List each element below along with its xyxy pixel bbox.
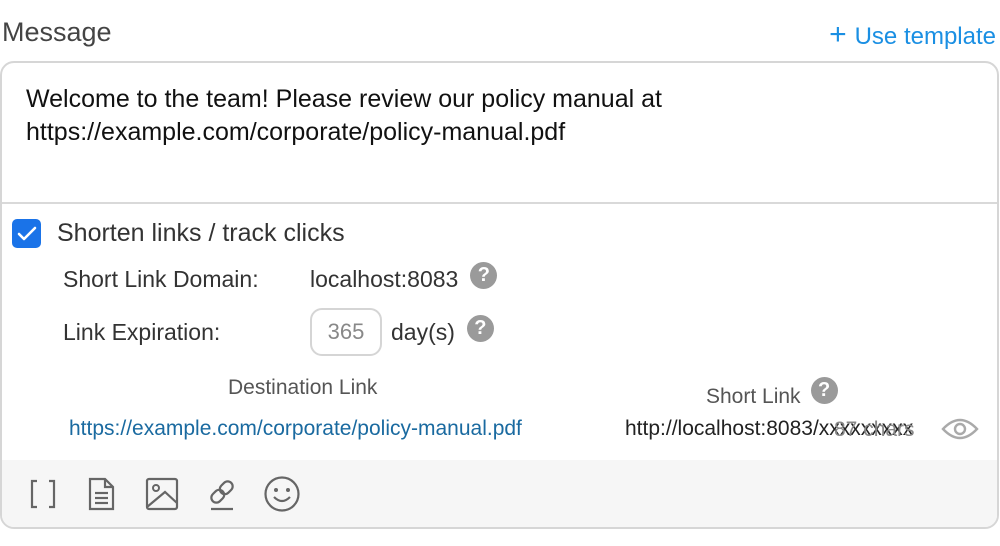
message-header: Message + Use template (0, 0, 1000, 60)
help-icon[interactable]: ? (810, 377, 838, 404)
destination-link-header: Destination Link (228, 376, 378, 399)
help-icon[interactable]: ? (466, 314, 494, 342)
eye-icon[interactable] (941, 415, 979, 448)
link-expiration-row: Link Expiration: 365 day(s) ? (63, 308, 494, 356)
plus-icon: + (829, 18, 847, 51)
short-link-header-label: Short Link (706, 384, 801, 408)
use-template-label: Use template (854, 23, 996, 50)
message-textarea[interactable]: Welcome to the team! Please review our p… (2, 63, 997, 204)
link-expiration-unit: day(s) (391, 318, 455, 345)
use-template-button[interactable]: + Use template (829, 18, 996, 52)
brackets-icon[interactable] (23, 474, 63, 514)
shorten-links-option[interactable]: Shorten links / track clicks (12, 219, 345, 248)
shorten-links-label: Shorten links / track clicks (57, 219, 345, 247)
help-icon[interactable]: ? (470, 262, 498, 289)
shorten-links-checkbox[interactable] (12, 219, 41, 248)
message-toolbar (2, 460, 997, 527)
message-label: Message (2, 17, 112, 47)
link-icon[interactable] (202, 474, 242, 514)
destination-link[interactable]: https://example.com/corporate/policy-man… (69, 417, 522, 441)
image-icon[interactable] (142, 474, 182, 514)
short-link-header: Short Link ? (706, 377, 838, 410)
check-icon (17, 226, 36, 240)
document-icon[interactable] (81, 474, 121, 514)
message-line-1: Welcome to the team! Please review our p… (26, 85, 662, 113)
short-link-domain-row: Short Link Domain: localhost:8083 ? (63, 262, 498, 293)
link-expiration-input[interactable]: 365 (310, 308, 382, 356)
short-link-domain-label: Short Link Domain: (63, 266, 259, 292)
message-line-2: https://example.com/corporate/policy-man… (26, 118, 566, 146)
message-card: Welcome to the team! Please review our p… (0, 61, 999, 529)
character-count: 87 chars (834, 418, 915, 441)
link-expiration-label: Link Expiration: (63, 318, 221, 345)
emoji-icon[interactable] (262, 474, 302, 514)
short-link-domain-value: localhost:8083 (310, 266, 459, 292)
